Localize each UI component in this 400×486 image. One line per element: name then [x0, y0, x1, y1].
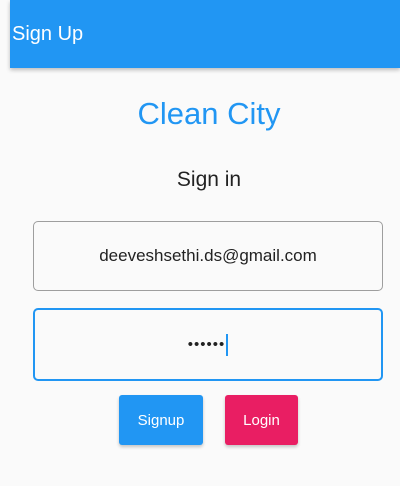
app-bar-title: Sign Up	[12, 22, 84, 45]
sign-in-heading: Sign in	[176, 168, 242, 191]
text-cursor	[226, 333, 229, 356]
signup-button[interactable]: Signup	[119, 395, 203, 445]
email-field[interactable]: deeveshsethi.ds@gmail.com	[33, 221, 383, 291]
email-value: deeveshsethi.ds@gmail.com	[99, 246, 317, 265]
password-field[interactable]: ••••••	[33, 308, 383, 381]
app-screen: Sign Up Clean City Sign in deeveshsethi.…	[0, 0, 400, 486]
login-button[interactable]: Login	[225, 395, 298, 445]
brand-title: Clean City	[137, 96, 281, 131]
app-bar: Sign Up	[10, 0, 400, 68]
password-value: ••••••	[187, 336, 226, 353]
